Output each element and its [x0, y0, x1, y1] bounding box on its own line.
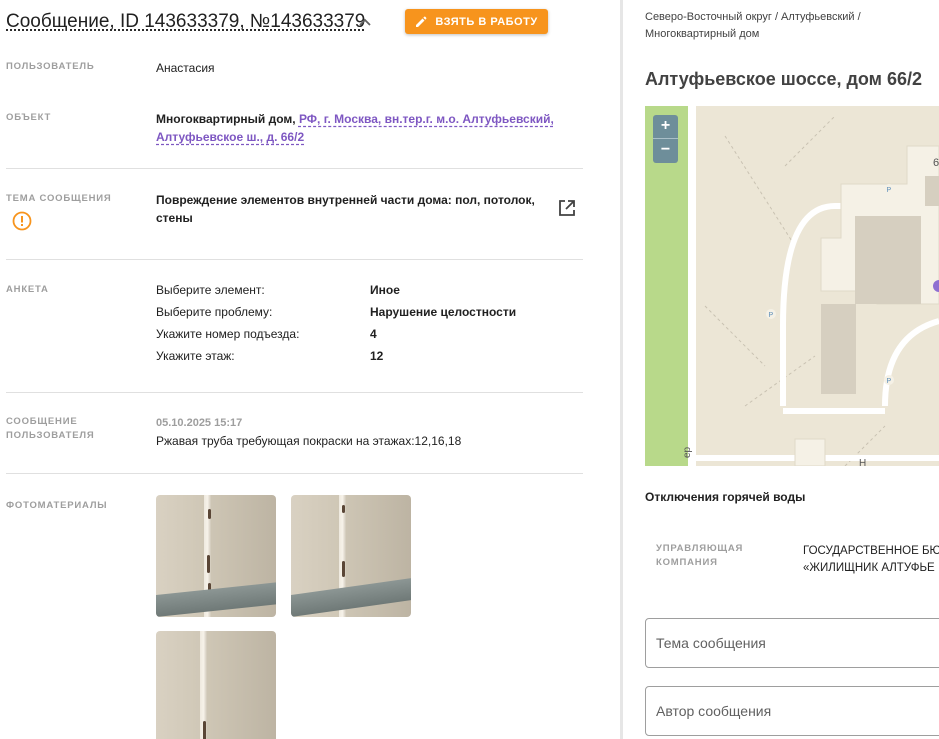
breadcrumb-line-1[interactable]: Северо-Восточный округ / Алтуфьевский /	[645, 11, 861, 23]
photo-thumbnail-3[interactable]	[156, 631, 276, 739]
photo-thumbnail-2[interactable]	[291, 495, 411, 617]
management-company-label-line-2: КОМПАНИЯ	[656, 557, 718, 568]
management-company-value: ГОСУДАРСТВЕННОЕ БЮ «ЖИЛИЩНИК АЛТУФЬЕ	[803, 543, 939, 577]
map-zoom-control: + −	[653, 115, 678, 163]
pencil-icon	[416, 16, 427, 27]
photo-thumbnail-1[interactable]	[156, 495, 276, 617]
map[interactable]: P P P 6 ер Н + −	[645, 106, 939, 466]
breadcrumb: Северо-Восточный округ / Алтуфьевский / …	[645, 9, 905, 43]
message-date: 05.10.2025 15:17	[156, 417, 243, 429]
take-to-work-label: ВЗЯТЬ В РАБОТУ	[435, 15, 538, 28]
survey-value-floor: 12	[370, 349, 384, 363]
breadcrumb-line-2[interactable]: Многоквартирный дом	[645, 28, 759, 40]
divider	[6, 259, 583, 260]
object-value: Многоквартирный дом, РФ, г. Москва, вн.т…	[156, 110, 566, 146]
object-address-link-1[interactable]: РФ, г. Москва, вн.тер.г. м.о. Алтуфьевск…	[299, 112, 554, 126]
message-label-line-2: ПОЛЬЗОВАТЕЛЯ	[6, 430, 95, 441]
management-company-label: УПРАВЛЯЮЩАЯ КОМПАНИЯ	[656, 542, 743, 570]
zoom-out-button[interactable]: −	[653, 139, 678, 163]
divider	[6, 392, 583, 393]
warning-icon	[12, 211, 32, 231]
message-label: СООБЩЕНИЕ ПОЛЬЗОВАТЕЛЯ	[6, 415, 94, 443]
user-label: ПОЛЬЗОВАТЕЛЬ	[6, 61, 95, 72]
object-label: ОБЪЕКТ	[6, 112, 52, 123]
topic-value: Повреждение элементов внутренней части д…	[156, 191, 546, 227]
topic-field	[645, 618, 939, 668]
object-type: Многоквартирный дом,	[156, 112, 296, 126]
page-title[interactable]: Сообщение, ID 143633379, №143633379	[6, 11, 365, 33]
object-address-title: Алтуфьевское шоссе, дом 66/2	[645, 69, 923, 89]
object-address-link-2[interactable]: Алтуфьевское ш., д. 66/2	[156, 130, 304, 144]
zoom-in-button[interactable]: +	[653, 115, 678, 139]
divider	[6, 168, 583, 169]
map-road-label: ер	[682, 446, 693, 458]
author-input[interactable]	[646, 687, 939, 735]
photos-label: ФОТОМАТЕРИАЛЫ	[6, 500, 108, 511]
survey-label: АНКЕТА	[6, 284, 49, 295]
topic-input[interactable]	[646, 619, 939, 667]
topic-line-2: стены	[156, 211, 193, 225]
topic-label: ТЕМА СООБЩЕНИЯ	[6, 193, 112, 204]
management-company-line-2: «ЖИЛИЩНИК АЛТУФЬЕ	[803, 562, 935, 574]
survey-value-problem: Нарушение целостности	[370, 305, 517, 319]
take-to-work-button[interactable]: ВЗЯТЬ В РАБОТУ	[405, 9, 548, 34]
open-external-icon[interactable]	[557, 198, 577, 218]
map-road-label: Н	[859, 458, 866, 466]
map-parking-label: P	[769, 312, 774, 319]
author-field	[645, 686, 939, 736]
message-panel: Сообщение, ID 143633379, №143633379 ВЗЯТ…	[0, 0, 620, 739]
survey-value-element: Иное	[370, 283, 400, 297]
map-parking-label: P	[887, 378, 892, 385]
message-label-line-1: СООБЩЕНИЕ	[6, 416, 78, 427]
topic-line-1: Повреждение элементов внутренней части д…	[156, 193, 535, 207]
map-canvas: P P P 6 ер Н	[645, 106, 939, 466]
object-panel: Северо-Восточный округ / Алтуфьевский / …	[623, 0, 939, 739]
user-value: Анастасия	[156, 61, 215, 75]
survey-key-element: Выберите элемент:	[156, 283, 265, 297]
management-company-label-line-1: УПРАВЛЯЮЩАЯ	[656, 543, 744, 554]
hot-water-outages-link[interactable]: Отключения горячей воды	[645, 490, 805, 504]
management-company-line-1: ГОСУДАРСТВЕННОЕ БЮ	[803, 545, 939, 557]
divider	[6, 473, 583, 474]
map-house-number: 6	[933, 157, 939, 169]
message-text: Ржавая труба требующая покраски на этажа…	[156, 434, 462, 448]
survey-key-entrance: Укажите номер подъезда:	[156, 327, 300, 341]
survey-value-entrance: 4	[370, 327, 377, 341]
survey-key-floor: Укажите этаж:	[156, 349, 235, 363]
map-parking-label: P	[887, 187, 892, 194]
chevron-up-icon[interactable]	[357, 14, 373, 30]
survey-key-problem: Выберите проблему:	[156, 305, 273, 319]
